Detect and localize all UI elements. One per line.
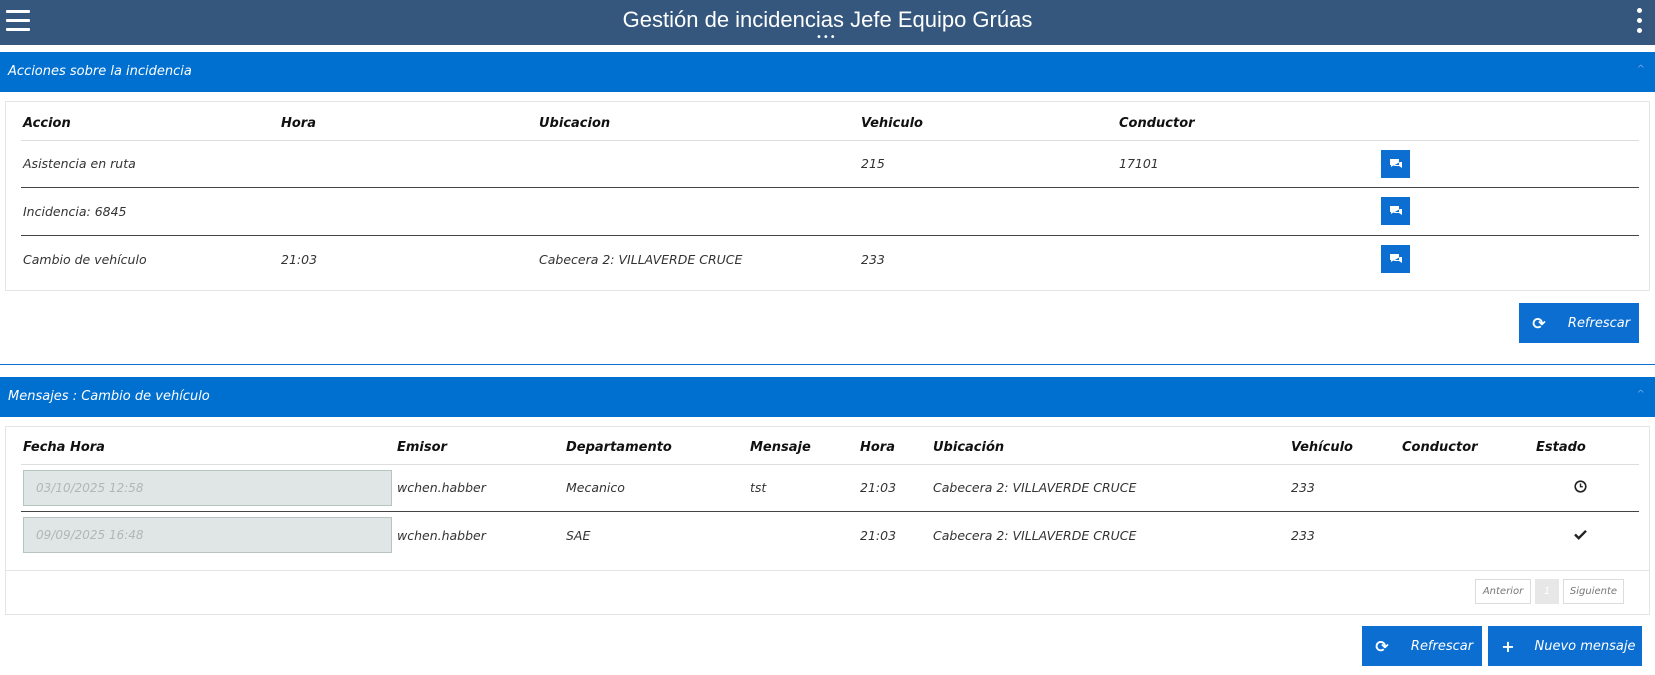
table-row: Asistencia en ruta 215 17101 (21, 140, 1639, 187)
col-accion: Accion (21, 107, 279, 141)
plus-icon: + (1501, 636, 1515, 656)
acciones-table-container: Accion Hora Ubicacion Vehiculo Conductor… (5, 101, 1650, 291)
cell-accion: Asistencia en ruta (23, 156, 136, 171)
page-title: Gestión de incidencias Jefe Equipo Grúas (622, 7, 1033, 32)
cell-hora: 21:03 (860, 480, 897, 495)
col-hora: Hora (279, 107, 537, 141)
cell-vehiculo: 215 (861, 156, 885, 171)
col-fecha-hora: Fecha Hora (21, 431, 395, 465)
fecha-hora-field[interactable]: 09/09/2025 16:48 (23, 517, 392, 554)
cell-vehiculo: 233 (859, 234, 1117, 283)
section-divider (0, 364, 1655, 365)
cell-conductor (1400, 464, 1534, 511)
cell-vehiculo (859, 186, 1117, 235)
cell-mensaje: tst (750, 480, 767, 495)
col-departamento: Departamento (564, 431, 748, 465)
table-row: Incidencia: 6845 (21, 186, 1639, 235)
col-mensaje: Mensaje (748, 431, 858, 465)
cell-fecha: 09/09/2025 16:48 (21, 510, 395, 559)
more-horizontal-icon[interactable]: ••• (816, 33, 837, 43)
chevron-up-icon[interactable]: ^ (1637, 389, 1645, 400)
cell-conductor (1117, 234, 1379, 283)
cell-estado (1534, 464, 1639, 511)
cell-estado (1534, 510, 1639, 559)
col-ubicacion: Ubicación (931, 431, 1289, 465)
cell-conductor (1400, 510, 1534, 559)
mensajes-table: Fecha Hora Emisor Departamento Mensaje H… (21, 431, 1639, 559)
clock-icon (1574, 479, 1587, 493)
cell-emisor: wchen.habber (395, 510, 564, 559)
cell-hora (279, 186, 537, 235)
cell-ubicacion (537, 140, 859, 187)
messages-button[interactable] (1381, 149, 1410, 178)
mensajes-panel-header[interactable]: Mensajes : Cambio de vehículo ^ (0, 377, 1655, 417)
col-ubicacion: Ubicacion (537, 107, 859, 141)
table-row: Cambio de vehículo 21:03 Cabecera 2: VIL… (21, 234, 1639, 283)
pager-next-button[interactable]: Siguiente (1563, 579, 1624, 604)
check-icon (1574, 529, 1587, 540)
col-conductor: Conductor (1400, 431, 1534, 465)
col-estado: Estado (1534, 431, 1639, 465)
cell-ubicacion: Cabecera 2: VILLAVERDE CRUCE (933, 480, 1137, 495)
col-actions (1379, 107, 1639, 141)
chat-icon (1389, 158, 1402, 168)
table-row: 09/09/2025 16:48 wchen.habber SAE 21:03 … (21, 510, 1639, 559)
chat-icon (1389, 206, 1402, 215)
pager-prev-button[interactable]: Anterior (1475, 579, 1531, 604)
mensajes-table-container: Fecha Hora Emisor Departamento Mensaje H… (5, 426, 1650, 615)
app-header: Gestión de incidencias Jefe Equipo Grúas… (0, 0, 1655, 45)
cell-ubicacion (537, 186, 859, 235)
col-vehiculo: Vehículo (1289, 431, 1400, 465)
cell-accion: Cambio de vehículo (21, 234, 279, 283)
cell-hora: 21:03 (858, 510, 931, 559)
cell-emisor: wchen.habber (397, 480, 486, 495)
cell-conductor: 17101 (1119, 156, 1159, 171)
pagination: Anterior 1 Siguiente (1475, 579, 1624, 604)
cell-departamento: Mecanico (566, 480, 625, 495)
cell-ubicacion: Cabecera 2: VILLAVERDE CRUCE (931, 510, 1289, 559)
cell-departamento: SAE (564, 510, 748, 559)
acciones-panel-title: Acciones sobre la incidencia (8, 64, 192, 79)
cell-mensaje (748, 510, 858, 559)
cell-fecha: 03/10/2025 12:58 (21, 464, 395, 511)
cell-conductor (1117, 186, 1379, 235)
cell-action (1379, 234, 1639, 283)
new-message-button[interactable]: + Nuevo mensaje (1488, 626, 1642, 666)
cell-accion: Incidencia: 6845 (21, 186, 279, 235)
kebab-menu-icon[interactable] (1637, 8, 1643, 36)
chevron-up-icon[interactable]: ^ (1637, 64, 1645, 75)
cell-vehiculo: 233 (1289, 510, 1400, 559)
pager-page-1[interactable]: 1 (1535, 579, 1559, 604)
messages-button[interactable] (1381, 197, 1410, 225)
pager-divider (6, 570, 1649, 571)
cell-hora (279, 140, 537, 187)
refresh-mensajes-button[interactable]: ⟳ Refrescar (1362, 626, 1482, 666)
col-hora: Hora (858, 431, 931, 465)
cell-action (1379, 140, 1639, 187)
refresh-icon: ⟳ (1375, 636, 1389, 656)
refresh-acciones-button[interactable]: ⟳ Refrescar (1519, 303, 1639, 343)
messages-button[interactable] (1381, 245, 1410, 274)
chat-icon (1389, 254, 1402, 264)
cell-hora: 21:03 (279, 234, 537, 283)
fecha-hora-field[interactable]: 03/10/2025 12:58 (23, 469, 392, 506)
acciones-table: Accion Hora Ubicacion Vehiculo Conductor… (21, 107, 1639, 283)
cell-vehiculo: 233 (1291, 480, 1315, 495)
table-header-row: Accion Hora Ubicacion Vehiculo Conductor (21, 107, 1639, 141)
refresh-icon: ⟳ (1532, 313, 1546, 333)
col-emisor: Emisor (395, 431, 564, 465)
col-vehiculo: Vehiculo (859, 107, 1117, 141)
mensajes-panel-title: Mensajes : Cambio de vehículo (8, 389, 210, 404)
table-header-row: Fecha Hora Emisor Departamento Mensaje H… (21, 431, 1639, 465)
table-row: 03/10/2025 12:58 wchen.habber Mecanico t… (21, 464, 1639, 511)
cell-ubicacion: Cabecera 2: VILLAVERDE CRUCE (537, 234, 859, 283)
col-conductor: Conductor (1117, 107, 1379, 141)
cell-action (1379, 186, 1639, 235)
acciones-panel-header[interactable]: Acciones sobre la incidencia ^ (0, 52, 1655, 92)
